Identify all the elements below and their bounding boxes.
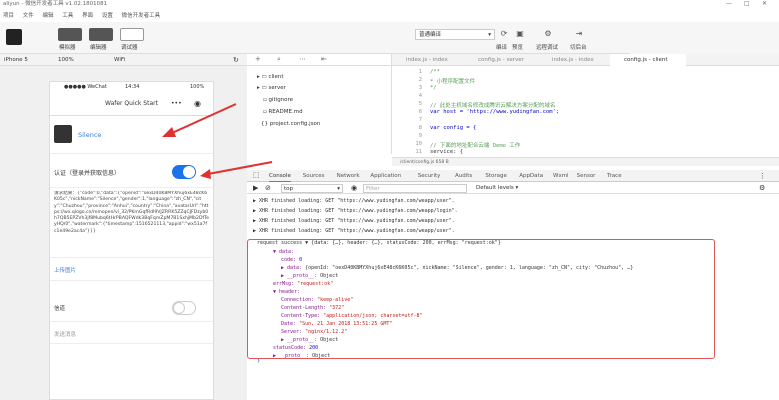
more-icon[interactable]: ⋯ [299, 55, 306, 63]
inspect-icon[interactable]: ⬚ [253, 171, 260, 179]
tab-index-js-index-2[interactable]: index.js - index [538, 54, 610, 66]
code-line: */ [430, 85, 437, 91]
line-number: 8 [418, 125, 422, 131]
line-number: 6 [418, 109, 422, 115]
code-line: service: { [430, 149, 464, 155]
arrow-head-user [162, 127, 176, 137]
xhr-log-line[interactable]: ▶ XHR finished loading: GET "https://www… [253, 208, 458, 214]
devtools-tab-storage[interactable]: Storage [485, 170, 507, 182]
json-icon: {} [261, 121, 270, 127]
chevron-down-icon: ▾ [337, 186, 340, 192]
code-line: var host = 'https://www.yudingfan.com'; [430, 109, 560, 115]
levels-select[interactable]: Default levels ▾ [476, 183, 518, 194]
editor-tab-bar: index.js - index config.js - server inde… [392, 54, 779, 66]
xhr-log-line[interactable]: ▶ XHR finished loading: GET "https://www… [253, 218, 455, 224]
devtools-tab-trace[interactable]: Trace [607, 170, 622, 182]
line-number: 10 [415, 141, 422, 147]
play-icon[interactable]: ▶ [253, 183, 258, 194]
folder-icon: ▸ ▭ [257, 74, 269, 80]
devtools-tab-sensor[interactable]: Sensor [577, 170, 596, 182]
code-line: // 此处主机域名修改成腾讯云解决方案分配的域名 [430, 103, 556, 109]
tree-file-readme[interactable]: ▫ README.md [263, 109, 303, 115]
devtools-tab-wxml[interactable]: Wxml [553, 170, 569, 182]
folder-icon: ▸ ▭ [257, 85, 269, 91]
search-icon[interactable]: ⌕ [277, 55, 281, 64]
line-number: 4 [418, 93, 422, 99]
collapse-icon[interactable]: ⇤ [321, 55, 327, 63]
tree-folder-server[interactable]: ▸ ▭ server [257, 85, 286, 91]
tree-file-project-config[interactable]: {} project.config.json [261, 121, 320, 127]
code-line: var config = { [430, 125, 477, 131]
xhr-log-line[interactable]: ▶ XHR finished loading: GET "https://www… [253, 198, 455, 204]
console-toolbar: ▶ ⊘ top ▾ ◉ Filter Default levels ▾ ⚙ [247, 183, 779, 194]
line-number: 1 [418, 69, 422, 75]
tree-file-gitignore[interactable]: ▫ gitignore [263, 97, 293, 103]
code-line: // 下面的地址配合云端 Demo 工作 [430, 143, 521, 149]
line-number: 3 [418, 85, 422, 91]
arrow-head-auth [200, 169, 211, 179]
line-number: 2 [418, 77, 422, 83]
arrow-line-user [171, 103, 237, 134]
xhr-log-line[interactable]: ▶ XHR finished loading: GET "https://www… [253, 228, 455, 234]
gear-icon[interactable]: ⚙ [759, 183, 765, 194]
tab-config-js-server[interactable]: config.js - server [464, 54, 538, 66]
file-tree: + ⌕ ⋯ ⇤ ▸ ▭ client ▸ ▭ server ▫ gitignor… [247, 54, 392, 154]
code-editor[interactable]: 1 2 3 4 5 6 7 8 9 10 11 /** * 小程序配置文件 */ // 此处主机域名修改成… [392, 66, 779, 157]
highlight-box [247, 239, 715, 359]
devtools-tab-sources[interactable]: Sources [303, 170, 325, 182]
devtools-tab-bar: ⬚ Console Sources Network Application Securi… [247, 170, 779, 182]
tab-index-js-index[interactable]: index.js - index [392, 54, 464, 66]
line-number: 5 [418, 101, 422, 107]
devtools-tab-audits[interactable]: Audits [455, 170, 472, 182]
file-tree-toolbar: + ⌕ ⋯ ⇤ [247, 54, 392, 66]
line-number: 7 [418, 117, 422, 123]
line-number: 9 [418, 133, 422, 139]
devtools-tab-network[interactable]: Network [337, 170, 360, 182]
context-select[interactable]: top ▾ [281, 184, 343, 193]
code-line: * 小程序配置文件 [430, 79, 476, 85]
editor-status-bar: /client/config.js 658 B [392, 157, 779, 166]
eye-icon[interactable]: ◉ [351, 183, 357, 194]
devtools-tab-application[interactable]: Application [370, 170, 401, 182]
tab-config-js-client[interactable]: config.js - client [610, 54, 686, 66]
block-icon[interactable]: ⊘ [265, 183, 271, 194]
tree-folder-client[interactable]: ▸ ▭ client [257, 74, 284, 80]
devtools-tab-security[interactable]: Security [418, 170, 441, 182]
devtools-tab-console[interactable]: Console [269, 170, 291, 182]
add-icon[interactable]: + [255, 55, 261, 63]
line-number: 11 [415, 149, 422, 155]
devtools-tab-appdata[interactable]: AppData [519, 170, 543, 182]
code-line: /** [430, 69, 440, 75]
editor-status-text: /client/config.js 658 B [400, 160, 449, 165]
filter-input[interactable]: Filter [363, 184, 467, 193]
menu-icon[interactable]: ⋮ [759, 170, 766, 182]
